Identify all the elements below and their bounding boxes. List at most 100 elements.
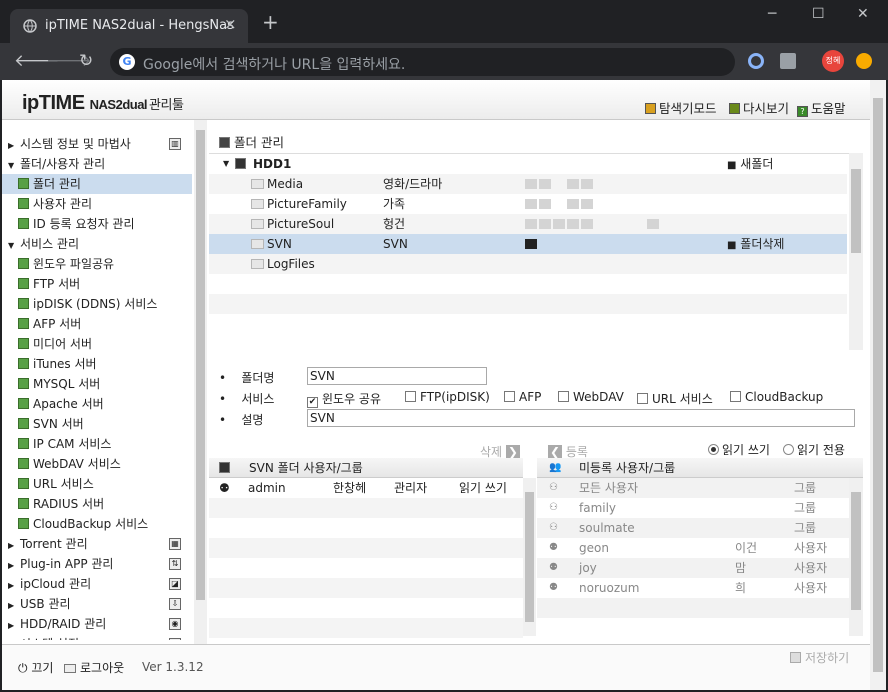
sidebar-item[interactable]: 폴더 관리 (2, 174, 192, 194)
new-tab-icon[interactable]: + (262, 12, 279, 32)
browser-toolbar: 🡐 🡒 ↻ G Google에서 검색하거나 URL을 입력하세요. 정혜 (0, 43, 888, 80)
new-folder-button[interactable]: ■ 새폴더 (727, 154, 773, 176)
power-off-button[interactable]: ⏻ 끄기 (18, 659, 53, 676)
sidebar-item[interactable]: Apache 서버 (2, 394, 192, 414)
sidebar-item[interactable]: ▶ Plug-in APP 관리 ⇅ (2, 554, 192, 574)
service-checkbox[interactable]: CloudBackup (730, 390, 823, 404)
folder-row[interactable]: SVN SVN ■ 폴더삭제 (209, 234, 847, 254)
minimize-icon[interactable]: ─ (768, 6, 776, 22)
sidebar-item[interactable]: IP CAM 서비스 (2, 434, 192, 454)
delete-folder-button[interactable]: ■ 폴더삭제 (727, 234, 784, 256)
maximize-icon[interactable]: ☐ (812, 6, 825, 22)
update-icon[interactable] (856, 53, 872, 69)
menu-icon (18, 358, 29, 369)
browser-tabbar: ipTIME NAS2dual - HengsNas × + ─ ☐ ✕ (0, 0, 888, 43)
folder-row[interactable]: Media 영화/드라마 (209, 174, 847, 194)
unregistered-row[interactable]: ⚉ noruozum 희 사용자 (537, 578, 849, 598)
logout-button[interactable]: 로그아웃 (64, 659, 124, 676)
profile-avatar[interactable]: 정혜 (822, 50, 844, 72)
tab-close-icon[interactable]: × (224, 15, 237, 33)
sidebar-item[interactable]: URL 서비스 (2, 474, 192, 494)
service-badge-icon (647, 219, 659, 229)
sidebar-item[interactable]: ▶ Torrent 관리 ▦ (2, 534, 192, 554)
window-close-icon[interactable]: ✕ (857, 6, 869, 22)
power-icon: ⏻ (18, 661, 28, 675)
sidebar-item[interactable]: ▶ 시스템 정보 및 마법사 ▥ (2, 134, 192, 154)
folder-tree-scrollbar[interactable] (849, 153, 863, 350)
right-list-scrollbar[interactable] (849, 478, 863, 636)
unregistered-users-header: 👥 미등록 사용자/그룹 (537, 458, 863, 478)
folder-users-header: SVN 폴더 사용자/그룹 (209, 458, 523, 478)
sidebar-item[interactable]: ▼ 서비스 관리 (2, 234, 192, 254)
reload-icon[interactable]: ↻ (79, 51, 93, 71)
folder-row[interactable]: PictureSoul 헝건 (209, 214, 847, 234)
extension-icon[interactable] (780, 53, 796, 69)
unregistered-row[interactable]: ⚉ geon 이건 사용자 (537, 538, 849, 558)
description-input[interactable]: SVN (307, 409, 855, 427)
address-bar[interactable]: G Google에서 검색하거나 URL을 입력하세요. (110, 48, 735, 76)
read-write-radio[interactable]: 읽기 쓰기 (708, 441, 770, 458)
sidebar-item[interactable]: iTunes 서버 (2, 354, 192, 374)
page-scrollbar[interactable] (870, 80, 886, 690)
left-list-scrollbar[interactable] (523, 478, 536, 636)
folder-name-input[interactable]: SVN (307, 367, 487, 385)
service-checkbox[interactable]: FTP(ipDISK) (405, 390, 490, 404)
category-icon: ▣ (169, 638, 181, 640)
unregistered-row[interactable]: ⚉ joy 맘 사용자 (537, 558, 849, 578)
user-row[interactable]: ⚉ admin 한창헤 관리자 읽기 쓰기 (209, 478, 523, 498)
unregistered-row[interactable]: ⚇ soulmate 그룹 (537, 518, 849, 538)
users-icon: 👥 (549, 462, 562, 473)
sidebar-item[interactable]: 윈도우 파일공유 (2, 254, 192, 274)
sidebar-item[interactable]: ▶ HDD/RAID 관리 ◉ (2, 614, 192, 634)
hdd-row[interactable]: ▼ HDD1 ■ 새폴더 (209, 154, 847, 174)
menu-icon (18, 438, 29, 449)
folder-icon (251, 179, 264, 189)
help-link[interactable]: ? 도움말 (797, 98, 846, 117)
folder-row[interactable]: PictureFamily 가족 (209, 194, 847, 214)
sidebar-item[interactable]: CloudBackup 서비스 (2, 514, 192, 534)
sidebar-item[interactable]: ID 등록 요청자 관리 (2, 214, 192, 234)
sidebar-item[interactable]: WebDAV 서비스 (2, 454, 192, 474)
refresh-link[interactable]: 다시보기 (729, 98, 789, 117)
extension-icon[interactable] (748, 53, 764, 69)
admin-user-icon: ⚉ (219, 481, 230, 495)
folder-icon (251, 259, 264, 269)
unregistered-row[interactable]: ⚇ 모든 사용자 그룹 (537, 478, 849, 498)
unregistered-row[interactable]: ⚇ family 그룹 (537, 498, 849, 518)
menu-icon (18, 178, 29, 189)
sidebar-item[interactable]: ▼ 폴더/사용자 관리 (2, 154, 192, 174)
service-checkbox[interactable]: ✔ 윈도우 공유 (307, 390, 381, 408)
service-checkbox[interactable]: WebDAV (558, 390, 624, 404)
sidebar-item[interactable]: 사용자 관리 (2, 194, 192, 214)
sidebar-item[interactable]: SVN 서버 (2, 414, 192, 434)
expand-right-icon: ▶ (8, 581, 15, 590)
empty-row (209, 538, 523, 558)
service-checkbox[interactable]: URL 서비스 (637, 390, 713, 407)
save-button[interactable]: 저장하기 (790, 649, 849, 666)
service-badge-icon (553, 219, 565, 229)
sidebar-item[interactable]: RADIUS 서버 (2, 494, 192, 514)
sidebar-item[interactable]: MYSQL 서버 (2, 374, 192, 394)
expand-right-icon: ▶ (8, 141, 15, 150)
sidebar-item[interactable]: ▶시스템 설정▣ (2, 634, 192, 640)
sidebar-item[interactable]: FTP 서버 (2, 274, 192, 294)
browser-tab[interactable]: ipTIME NAS2dual - HengsNas × (10, 9, 248, 43)
checkbox-icon (558, 391, 569, 402)
folder-row[interactable]: LogFiles (209, 254, 847, 274)
sidebar-item[interactable]: AFP 서버 (2, 314, 192, 334)
menu-icon (18, 258, 29, 269)
sidebar-item[interactable]: ▶ ipCloud 관리 ◪ (2, 574, 192, 594)
sidebar-item[interactable]: ▶ USB 관리 ⇩ (2, 594, 192, 614)
sidebar-scrollbar[interactable] (194, 120, 207, 644)
checkbox-icon (730, 391, 741, 402)
read-only-radio[interactable]: 읽기 전용 (783, 441, 845, 458)
sidebar-item[interactable]: 미디어 서버 (2, 334, 192, 354)
group-icon: ⚇ (549, 522, 558, 533)
menu-icon (18, 278, 29, 289)
menu-icon (18, 298, 29, 309)
service-badge-icon (539, 219, 551, 229)
expand-right-icon: ▶ (8, 561, 15, 570)
service-checkbox[interactable]: AFP (504, 390, 541, 404)
explorer-mode-link[interactable]: 탐색기모드 (645, 98, 717, 117)
sidebar-item[interactable]: ipDISK (DDNS) 서비스 (2, 294, 192, 314)
